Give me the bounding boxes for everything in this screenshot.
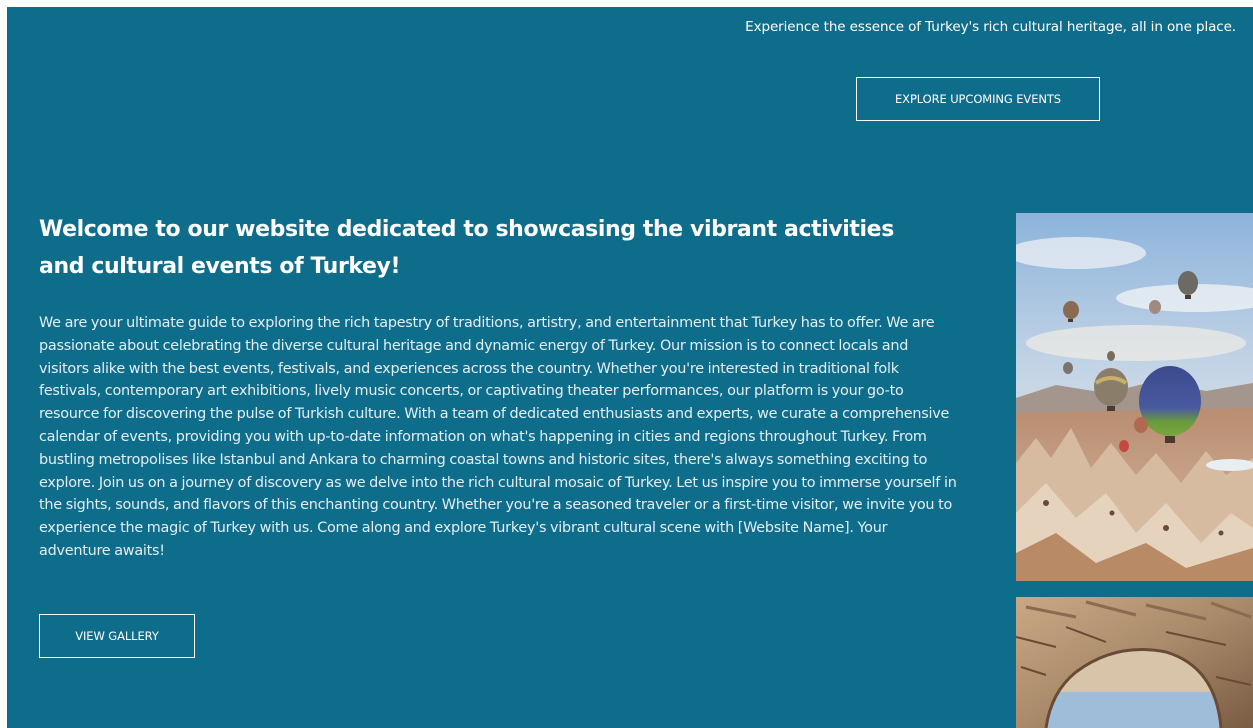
view-gallery-button[interactable]: VIEW GALLERY [39,614,195,658]
balloons-photo [1016,213,1253,581]
page: Experience the essence of Turkey's rich … [7,7,1253,728]
header-tagline: Experience the essence of Turkey's rich … [745,19,1236,35]
welcome-body: We are your ultimate guide to exploring … [39,315,957,559]
stone-arch-photo [1016,597,1253,728]
welcome-title: Welcome to our website dedicated to show… [39,217,894,279]
explore-upcoming-events-button[interactable]: EXPLORE UPCOMING EVENTS [856,77,1100,121]
